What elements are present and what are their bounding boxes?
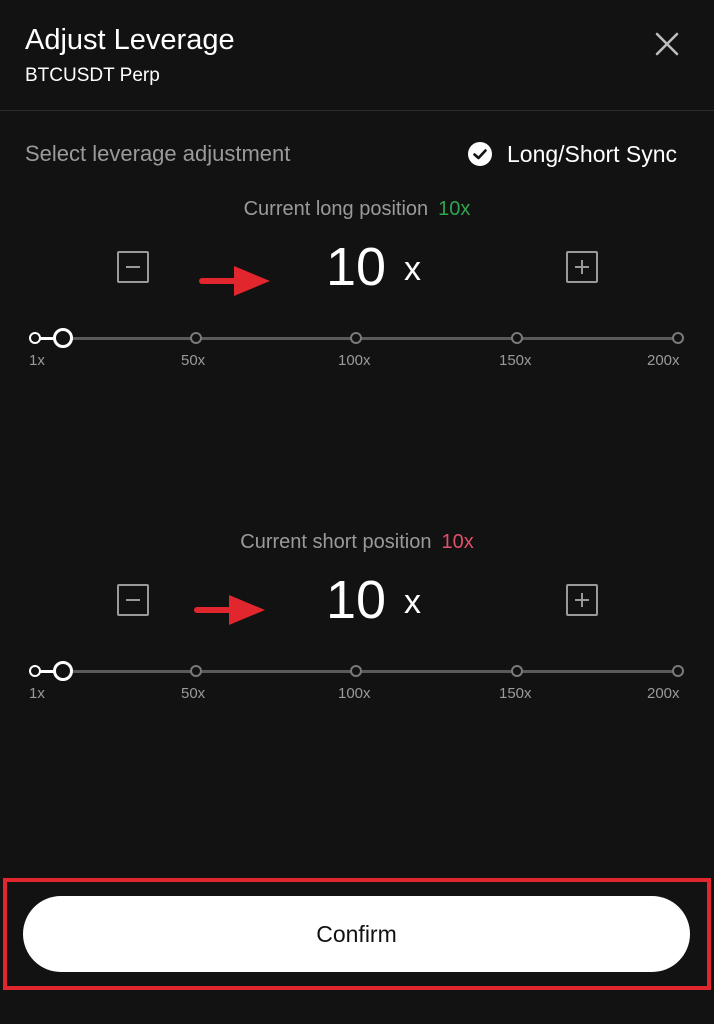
short-leverage-unit: x <box>404 583 421 621</box>
tick-label: 100x <box>338 352 371 369</box>
close-icon[interactable] <box>651 28 683 60</box>
short-position-label: Current short position <box>240 531 432 553</box>
short-leverage-section: Current short position 10x 10 x 1x 50x 10… <box>0 531 714 721</box>
long-position-line: Current long position 10x <box>0 198 714 221</box>
tick-label: 50x <box>181 685 206 702</box>
dialog-header: Adjust Leverage BTCUSDT Perp <box>0 0 714 111</box>
slider-stop-1x[interactable] <box>29 665 41 677</box>
slider-stop-150x[interactable] <box>511 332 523 344</box>
long-leverage-unit: x <box>404 250 421 288</box>
slider-stop-100x[interactable] <box>350 665 362 677</box>
slider-stop-50x[interactable] <box>190 332 202 344</box>
minus-icon <box>126 266 140 268</box>
slider-stop-200x[interactable] <box>672 665 684 677</box>
long-decrease-button[interactable] <box>117 251 149 283</box>
confirm-button[interactable]: Confirm <box>23 896 690 972</box>
short-leverage-slider[interactable]: 1x 50x 100x 150x 200x <box>0 651 714 706</box>
short-increase-button[interactable] <box>566 584 598 616</box>
slider-stop-50x[interactable] <box>190 665 202 677</box>
long-leverage-section: Current long position 10x 10 x 1x 50x 100… <box>0 198 714 388</box>
tick-label: 100x <box>338 685 371 702</box>
slider-stop-150x[interactable] <box>511 665 523 677</box>
short-leverage-value[interactable]: 10 <box>326 565 386 635</box>
tick-label: 1x <box>29 352 45 369</box>
tick-label: 150x <box>499 352 532 369</box>
long-position-label: Current long position <box>243 198 429 220</box>
tick-label: 150x <box>499 685 532 702</box>
tick-label: 200x <box>647 352 680 369</box>
short-decrease-button[interactable] <box>117 584 149 616</box>
tick-label: 1x <box>29 685 45 702</box>
slider-thumb[interactable] <box>53 661 73 681</box>
tick-label: 50x <box>181 352 206 369</box>
short-position-line: Current short position 10x <box>0 531 714 554</box>
dialog-title: Adjust Leverage <box>25 24 235 56</box>
check-circle-icon <box>468 142 492 166</box>
short-position-value: 10x <box>441 531 474 553</box>
red-arrow-annotation <box>199 266 270 296</box>
long-leverage-slider[interactable]: 1x 50x 100x 150x 200x <box>0 318 714 373</box>
long-increase-button[interactable] <box>566 251 598 283</box>
select-leverage-label: Select leverage adjustment <box>25 141 291 166</box>
symbol-subtitle: BTCUSDT Perp <box>25 65 160 86</box>
tick-label: 200x <box>647 685 680 702</box>
minus-icon <box>126 599 140 601</box>
slider-stop-200x[interactable] <box>672 332 684 344</box>
slider-stop-1x[interactable] <box>29 332 41 344</box>
slider-thumb[interactable] <box>53 328 73 348</box>
slider-stop-100x[interactable] <box>350 332 362 344</box>
long-short-sync-toggle[interactable]: Long/Short Sync <box>467 138 677 170</box>
sync-label: Long/Short Sync <box>507 140 678 167</box>
long-position-value: 10x <box>438 198 471 220</box>
long-leverage-value[interactable]: 10 <box>326 232 386 302</box>
red-arrow-annotation <box>194 595 265 625</box>
